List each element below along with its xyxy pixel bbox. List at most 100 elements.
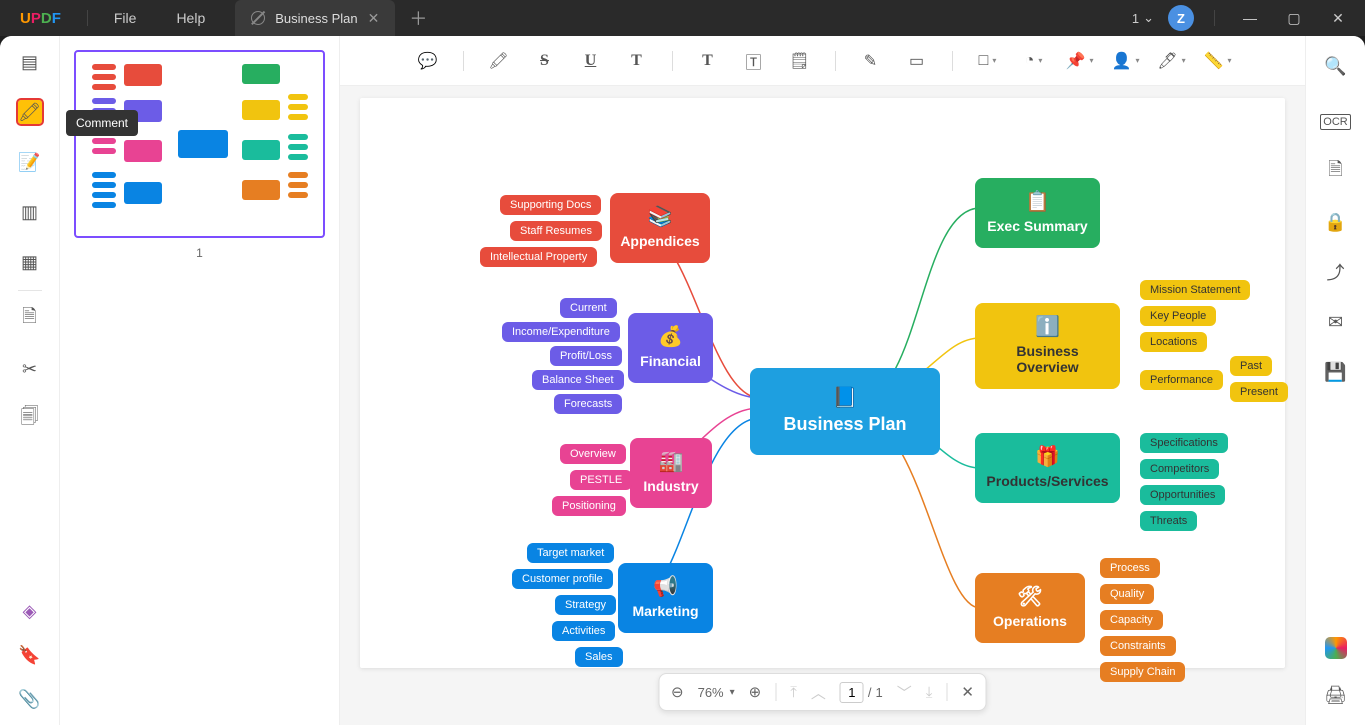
divider [952, 51, 953, 71]
child-keypeople: Key People [1140, 306, 1216, 326]
child-process: Process [1100, 558, 1160, 578]
strikethrough-icon[interactable]: S [534, 50, 556, 72]
bookmark-icon[interactable]: 🔖 [18, 643, 42, 667]
page-nav-bar: ⊖ 76% ▾ ⊕ ⤒ ︿ / 1 ﹀ ⤓ ✕ [658, 673, 987, 711]
thumbnail-number: 1 [74, 246, 325, 260]
thumbnail-preview [78, 54, 321, 234]
squiggly-icon[interactable]: T [626, 50, 648, 72]
page-input[interactable] [840, 682, 864, 703]
divider [18, 290, 42, 291]
highlight-icon[interactable]: 🖍 [488, 50, 510, 72]
text-icon[interactable]: T [697, 50, 719, 72]
zoom-out-button[interactable]: ⊖ [671, 683, 684, 701]
window-minimize-button[interactable]: — [1235, 10, 1265, 26]
first-page-button[interactable]: ⤒ [790, 684, 797, 701]
tab-active[interactable]: Business Plan ✕ [235, 0, 395, 36]
reader-mode-icon[interactable]: ▤ [18, 50, 42, 74]
highlighter-pen-icon[interactable]: 🖊 [1161, 50, 1183, 72]
share-icon[interactable]: ⤴ [1324, 260, 1348, 284]
shape-tool-icon[interactable]: □ [977, 50, 999, 72]
page-thumbnail[interactable] [74, 50, 325, 238]
document-canvas[interactable]: 📘 Business Plan 📚 Appendices Supporting … [340, 86, 1305, 725]
child-ip: Intellectual Property [480, 247, 597, 267]
child-industry-overview: Overview [560, 444, 626, 464]
next-page-button[interactable]: ﹀ [897, 682, 912, 703]
menu-help[interactable]: Help [156, 10, 225, 26]
topic-industry: 🏭 Industry [630, 438, 712, 508]
pencil-icon[interactable]: ✎ [860, 50, 882, 72]
tab-unsaved-icon [251, 11, 265, 25]
page-indicator: / 1 [840, 682, 883, 703]
ai-assistant-icon[interactable] [1325, 637, 1347, 659]
menu-file[interactable]: File [94, 10, 157, 26]
last-page-button[interactable]: ⤓ [926, 684, 933, 701]
convert-icon[interactable]: 🗎 [1324, 160, 1348, 184]
child-competitors: Competitors [1140, 459, 1219, 479]
ocr-icon[interactable]: OCR [1324, 110, 1348, 134]
thumbnail-panel: 1 [60, 36, 340, 725]
layers-icon[interactable]: ◈ [18, 599, 42, 623]
divider [835, 51, 836, 71]
typewriter-icon[interactable]: 🗒 [789, 50, 811, 72]
child-spec: Specifications [1140, 433, 1228, 453]
app-logo: UPDF [0, 10, 81, 27]
email-icon[interactable]: ✉ [1324, 310, 1348, 334]
topic-financial: 💰 Financial [628, 313, 713, 383]
page: 📘 Business Plan 📚 Appendices Supporting … [360, 98, 1285, 668]
tools-icon[interactable]: 🗎 [18, 307, 42, 331]
edit-text-icon[interactable]: 📝 [18, 150, 42, 174]
topic-operations: 🛠 Operations [975, 573, 1085, 643]
divider [87, 10, 88, 26]
child-supporting-docs: Supporting Docs [500, 195, 601, 215]
underline-icon[interactable]: U [580, 50, 602, 72]
child-sales: Sales [575, 647, 623, 667]
user-avatar[interactable]: Z [1168, 5, 1194, 31]
search-icon[interactable]: 🔍 [1324, 54, 1348, 78]
child-performance: Performance [1140, 370, 1223, 390]
tab-close-icon[interactable]: ✕ [368, 10, 380, 27]
right-toolbar: 🔍 OCR 🗎 🔒 ⤴ ✉ 💾 🖨 [1305, 36, 1365, 725]
window-count[interactable]: 1⌄ [1132, 10, 1154, 26]
child-present: Present [1230, 382, 1288, 402]
window-maximize-button[interactable]: ▢ [1279, 10, 1309, 27]
chevron-down-icon: ⌄ [1143, 10, 1154, 26]
topic-exec: 📋 Exec Summary [975, 178, 1100, 248]
child-income: Income/Expenditure [502, 322, 620, 342]
organize-pages-icon[interactable]: ▥ [18, 200, 42, 224]
divider [672, 51, 673, 71]
topic-overview: ℹ️ Business Overview [975, 303, 1120, 389]
print-icon[interactable]: 🖨 [1324, 683, 1348, 707]
topic-products: 🎁 Products/Services [975, 433, 1120, 503]
gift-icon: 🎁 [1035, 447, 1060, 467]
signature-icon[interactable]: 👤 [1115, 50, 1137, 72]
megaphone-icon: 📢 [653, 577, 678, 597]
annotation-toolbar: 💬 🖍 S U T T 🅃 🗒 ✎ ▭ □ ◔ 📌 👤 🖊 📏 [340, 36, 1305, 86]
save-icon[interactable]: 💾 [1324, 360, 1348, 384]
close-nav-button[interactable]: ✕ [961, 683, 974, 701]
textbox-icon[interactable]: 🅃 [743, 50, 765, 72]
clipboard-icon: 📋 [1025, 192, 1050, 212]
zoom-in-button[interactable]: ⊕ [749, 683, 762, 701]
prev-page-button[interactable]: ︿ [811, 682, 826, 703]
stamp-icon[interactable]: 📌 [1069, 50, 1091, 72]
measure-icon[interactable]: 📏 [1207, 50, 1229, 72]
window-close-button[interactable]: ✕ [1323, 10, 1353, 27]
redact-icon[interactable]: ▦ [18, 250, 42, 274]
sticker-icon[interactable]: ◔ [1023, 50, 1045, 72]
compress-icon[interactable]: 🗐 [18, 407, 42, 431]
note-icon[interactable]: 💬 [417, 50, 439, 72]
child-activities: Activities [552, 621, 615, 641]
eraser-icon[interactable]: ▭ [906, 50, 928, 72]
protect-icon[interactable]: 🔒 [1324, 210, 1348, 234]
moneybag-icon: 💰 [658, 327, 683, 347]
attachment-icon[interactable]: 📎 [18, 687, 42, 711]
tools-icon: 🛠 [1017, 587, 1042, 607]
tooltip: Comment [66, 110, 138, 136]
crop-icon[interactable]: ✂ [18, 357, 42, 381]
divider [1214, 10, 1215, 26]
tab-add-button[interactable]: ＋ [409, 5, 427, 31]
zoom-value[interactable]: 76% ▾ [698, 685, 735, 700]
comment-tool-icon[interactable]: 🖍 [18, 100, 42, 124]
child-forecasts: Forecasts [554, 394, 622, 414]
child-locations: Locations [1140, 332, 1207, 352]
